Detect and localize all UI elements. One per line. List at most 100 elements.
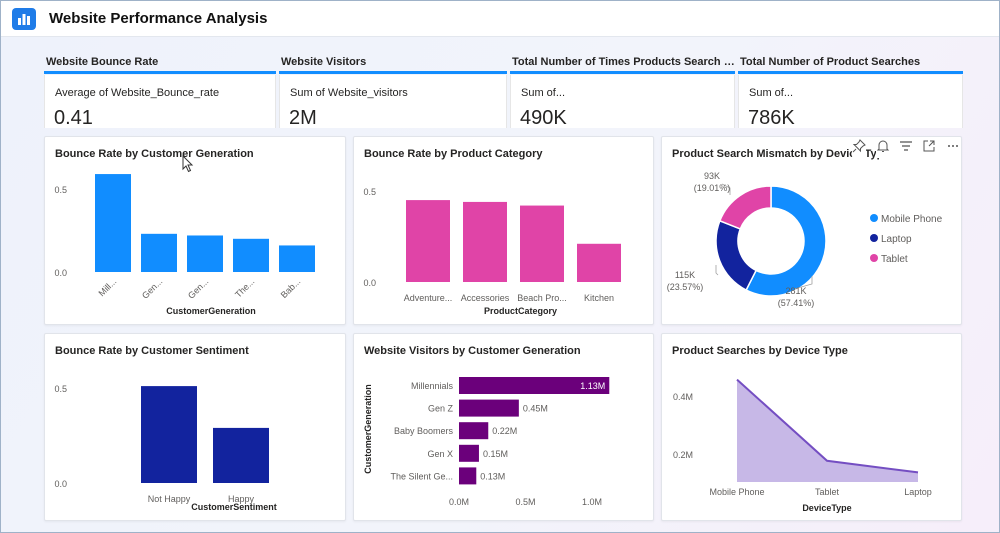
mouse-cursor-icon (182, 154, 194, 178)
kpi-value: 490K (520, 107, 567, 129)
chart-card-bounce-by-sentiment[interactable]: Bounce Rate by Customer Sentiment 0.0 0.5… (44, 333, 346, 521)
chart-card-searches-by-device[interactable]: Product Searches by Device Type 0.2M 0.4M… (661, 333, 962, 521)
x-tick-label: Not Happy (148, 494, 191, 504)
kpi-label: Average of Website_Bounce_rate (55, 87, 220, 99)
leader-line (715, 265, 719, 276)
bar (577, 243, 621, 282)
pin-icon[interactable] (852, 139, 866, 158)
area-fill (737, 379, 918, 482)
x-tick-label: Mill... (96, 276, 118, 298)
bar-chart: 0.0 0.5 Mill... Gen... Gen... The... Bab... Cus… (54, 174, 315, 316)
x-axis-title: CustomerSentiment (191, 502, 277, 512)
data-label: 0.45M (523, 404, 548, 414)
x-tick-label: 0.5M (515, 497, 535, 507)
kpi-card-product-searches[interactable]: Sum of... 786K (738, 75, 963, 129)
x-tick-label: The... (233, 276, 256, 299)
chart-card-bounce-by-generation[interactable]: Bounce Rate by Customer Generation 0.0 0.… (44, 136, 346, 325)
x-tick-label: Accessories (461, 293, 510, 303)
kpi-header-search-mismatch: Total Number of Times Products Search Di… (510, 56, 735, 74)
x-tick-label: Gen... (140, 276, 164, 300)
bar (95, 174, 131, 272)
bar (459, 399, 519, 417)
kpi-header-bounce-rate: Website Bounce Rate (44, 56, 276, 74)
bar (520, 205, 564, 282)
y-tick-label: Gen X (427, 449, 453, 459)
y-tick-label: 0.5 (363, 187, 376, 197)
bar-chart: 0.0 0.5 Adventure... Accessories Beach Pro..… (363, 187, 621, 316)
data-label-percent: (57.41%) (778, 298, 815, 308)
kpi-label: Sum of... (521, 87, 566, 99)
x-tick-label: Kitchen (584, 293, 614, 303)
data-label-percent: (19.01%) (694, 183, 731, 193)
data-label: 93K (704, 171, 720, 181)
legend-label: Tablet (881, 254, 908, 265)
x-tick-label: Gen... (186, 276, 210, 300)
kpi-card-search-mismatch[interactable]: Sum of... 490K (510, 75, 735, 129)
x-tick-label: Tablet (815, 487, 840, 497)
bar (459, 467, 477, 485)
bar (279, 245, 315, 272)
bar (459, 444, 479, 462)
x-tick-label: Bab... (279, 276, 303, 300)
x-axis-title: CustomerGeneration (166, 306, 256, 316)
bar (141, 233, 177, 272)
bar (141, 386, 197, 483)
bar (463, 201, 507, 282)
kpi-card-bounce-rate[interactable]: Average of Website_Bounce_rate 0.41 (44, 75, 276, 129)
bar-chart: 0.00.5Not Happy HappyCustomerSentiment (54, 384, 277, 512)
x-axis-title: ProductCategory (484, 306, 557, 316)
legend-marker (870, 234, 878, 242)
app-header: Website Performance Analysis (1, 1, 999, 37)
bell-icon[interactable] (876, 139, 890, 158)
kpi-value: 2M (289, 107, 317, 129)
y-tick-label: 0.5 (54, 185, 67, 195)
y-tick-label: 0.2M (673, 450, 693, 460)
y-tick-label: The Silent Ge... (390, 471, 453, 481)
y-tick-label: 0.0 (363, 278, 376, 288)
donut-chart: 281K (57.41%) 115K (23.57%) 93K (19.01%) Mobil… (667, 171, 943, 308)
data-label-percent: (23.57%) (667, 282, 704, 292)
kpi-value: 786K (748, 107, 795, 129)
bar (459, 422, 489, 440)
kpi-header-product-searches: Total Number of Product Searches (738, 56, 963, 74)
kpi-card-visitors[interactable]: Sum of Website_visitors 2M (279, 75, 507, 129)
bar (187, 235, 223, 272)
filter-icon[interactable] (899, 139, 913, 158)
kpi-label: Sum of... (749, 87, 794, 99)
legend-marker (870, 214, 878, 222)
chart-card-visitors-by-generation[interactable]: Website Visitors by Customer Generation … (353, 333, 654, 521)
y-tick-label: Gen Z (428, 404, 454, 414)
x-tick-label: Beach Pro... (517, 293, 567, 303)
chart-card-search-mismatch-device[interactable]: Product Search Mismatch by Device Type 2… (661, 136, 962, 325)
y-tick-label: 0.5 (54, 384, 67, 394)
legend-label: Mobile Phone (881, 214, 943, 225)
focus-mode-icon[interactable] (922, 139, 936, 158)
y-tick-label: 0.4M (673, 392, 693, 402)
kpi-header-visitors: Website Visitors (279, 56, 507, 74)
y-tick-label: Millennials (411, 381, 454, 391)
x-tick-label: Laptop (904, 487, 932, 497)
bar (213, 427, 269, 483)
legend-marker (870, 254, 878, 262)
bar (233, 238, 269, 272)
x-tick-label: 1.0M (582, 497, 602, 507)
x-tick-label: 0.0M (449, 497, 469, 507)
chart-card-bounce-by-category[interactable]: Bounce Rate by Product Category 0.0 0.5 Ad… (353, 136, 654, 325)
data-label: 1.13M (580, 381, 605, 391)
y-axis-title: CustomerGeneration (363, 384, 373, 474)
kpi-label: Sum of Website_visitors (290, 87, 408, 99)
bar (406, 200, 450, 282)
more-options-icon[interactable] (946, 139, 960, 158)
x-tick-label: Adventure... (404, 293, 453, 303)
y-tick-label: 0.0 (54, 268, 67, 278)
page-title: Website Performance Analysis (49, 10, 268, 27)
kpi-value: 0.41 (54, 107, 93, 129)
area-chart: 0.2M 0.4M Mobile Phone Tablet Laptop DeviceTy… (673, 378, 932, 513)
data-label: 0.13M (480, 471, 505, 481)
data-label: 281K (785, 286, 806, 296)
y-tick-label: 0.0 (54, 479, 67, 489)
visual-toolbar (848, 137, 962, 158)
bar-chart-icon (12, 8, 36, 30)
legend-label: Laptop (881, 234, 912, 245)
horizontal-bar-chart: Millennials 1.13M Gen Z 0.45M Baby Boomers 0.… (363, 377, 610, 507)
